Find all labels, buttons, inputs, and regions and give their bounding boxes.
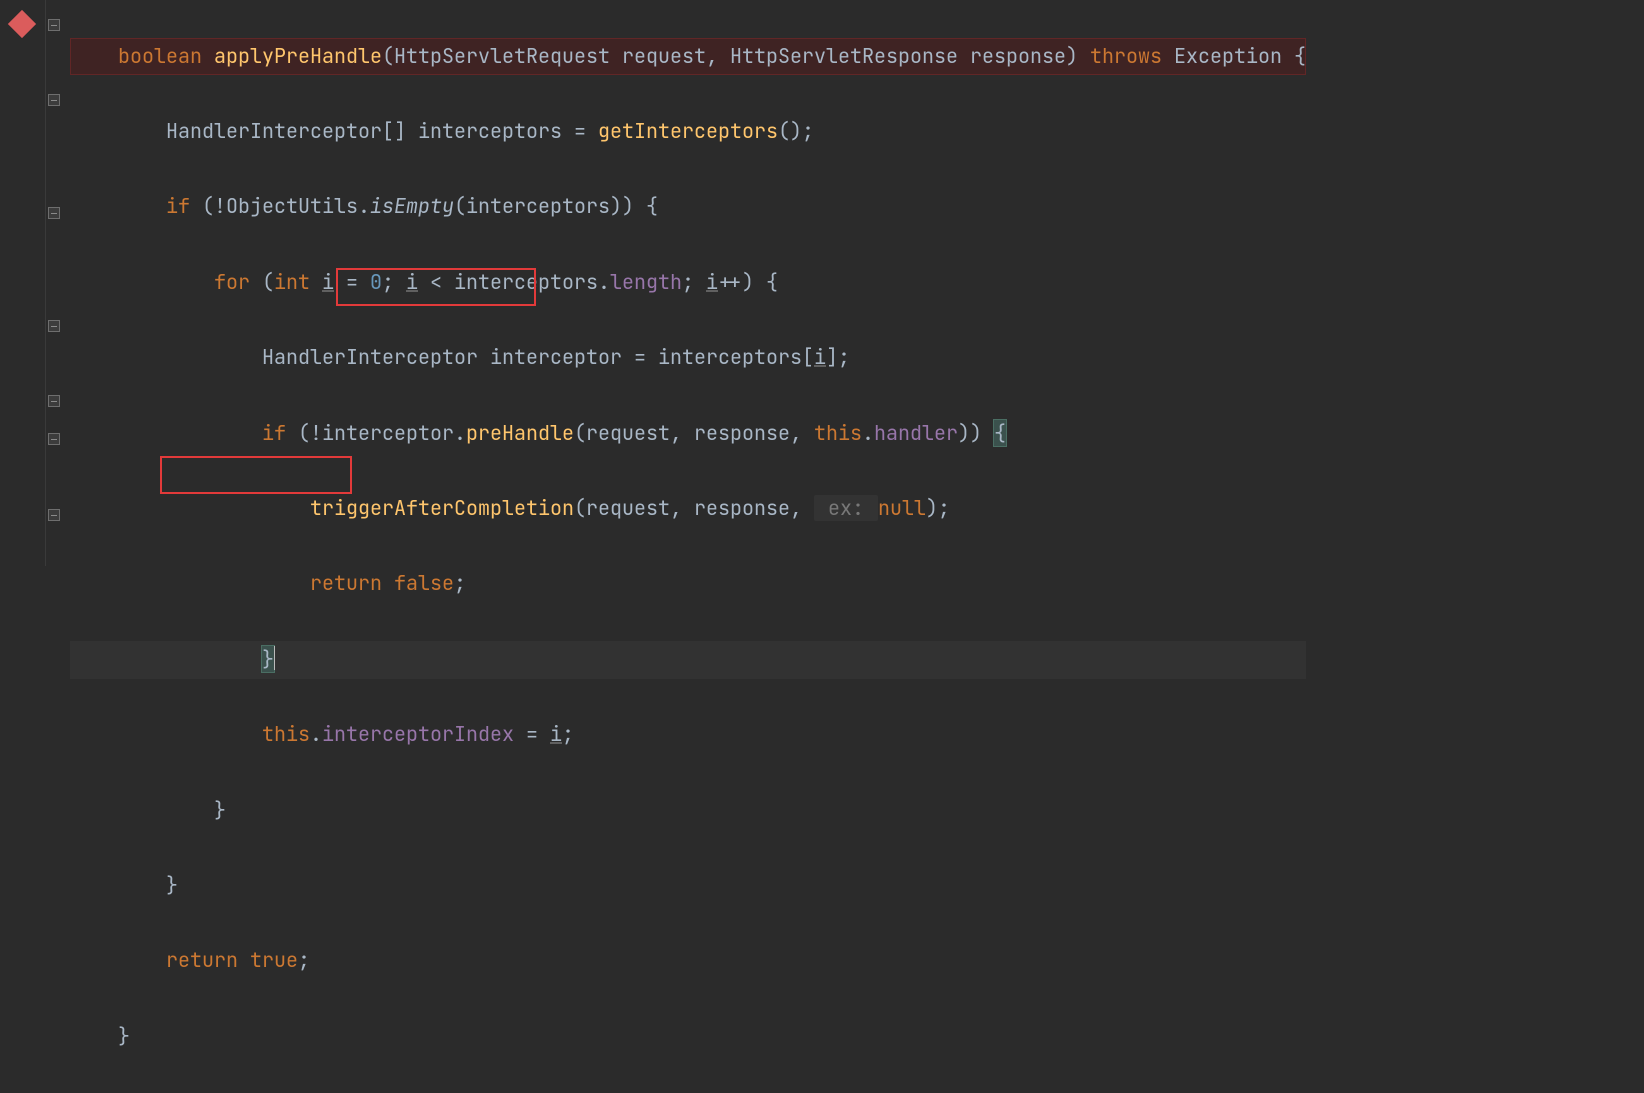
code-line: if (!interceptor.preHandle(request, resp… [70,415,1306,453]
code-line: } [70,867,1306,905]
code-line: HandlerInterceptor[] interceptors = getI… [70,113,1306,151]
code-line: this.interceptorIndex = i; [70,716,1306,754]
fold-toggle[interactable] [48,207,60,219]
code-line: boolean applyPreHandle(HttpServletReques… [70,38,1306,76]
fold-toggle[interactable] [48,94,60,106]
fold-toggle[interactable] [48,395,60,407]
code-editor-content[interactable]: boolean applyPreHandle(HttpServletReques… [70,0,1306,1093]
code-line: for (int i = 0; i < interceptors.length;… [70,264,1306,302]
fold-toggle[interactable] [48,320,60,332]
breakpoint-icon[interactable] [8,10,36,38]
fold-toggle[interactable] [48,509,60,521]
code-line-current: } [70,641,1306,679]
fold-toggle[interactable] [48,19,60,31]
text-caret [274,646,275,670]
code-line: HandlerInterceptor interceptor = interce… [70,339,1306,377]
code-line: } [70,1018,1306,1056]
code-line: triggerAfterCompletion(request, response… [70,490,1306,528]
matched-brace: } [262,646,274,672]
code-line: } [70,792,1306,830]
code-line: if (!ObjectUtils.isEmpty(interceptors)) … [70,188,1306,226]
code-line: return false; [70,565,1306,603]
editor-gutter [0,0,70,566]
code-line: return true; [70,942,1306,980]
fold-toggle[interactable] [48,433,60,445]
gutter-separator [45,0,46,566]
parameter-hint: ex: [814,495,878,521]
matched-brace: { [994,420,1006,446]
